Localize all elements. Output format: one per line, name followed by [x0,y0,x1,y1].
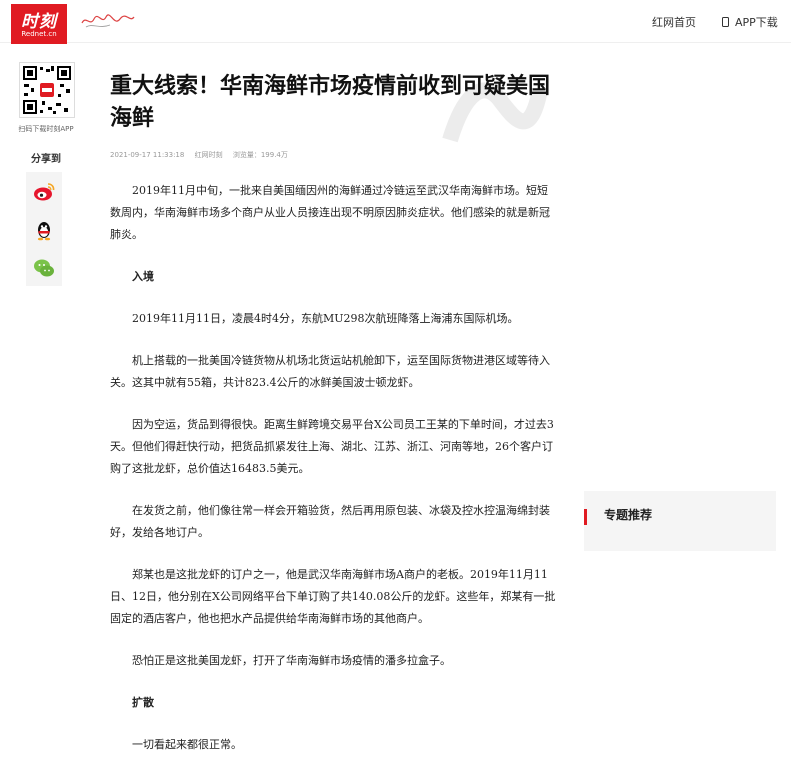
section-heading: 入境 [132,270,154,283]
publish-time: 2021-09-17 11:33:18 [110,151,185,159]
logo-subtext: Rednet.cn [21,30,57,38]
slogan-image [81,14,135,28]
paragraph: 机上搭载的一批美国冷链货物从机场北货运站机舱卸下，运至国际货物进港区域等待入关。… [110,354,550,389]
weibo-icon[interactable] [32,180,56,204]
article-source: 红网时刻 [194,151,223,159]
share-title: 分享到 [31,154,61,165]
wechat-icon[interactable] [32,256,56,280]
section-heading: 扩散 [132,696,154,709]
view-count: 浏览量：199.4万 [232,151,288,159]
phone-icon [722,17,729,27]
qr-code-image [19,62,75,118]
paragraph: 恐怕正是这批美国龙虾，打开了华南海鲜市场疫情的潘多拉盒子。 [132,654,451,667]
nav-home-link[interactable]: 红网首页 [652,14,696,30]
article-meta: 2021-09-17 11:33:18 红网时刻 浏览量：199.4万 [110,150,296,160]
paragraph: 2019年11月11日，凌晨4时4分，东航MU298次航班降落上海浦东国际机场。 [132,312,519,325]
share-panel [26,172,62,286]
paragraph: 因为空运，货品到得很快。距离生鲜跨境交易平台X公司员工王某的下单时间，才过去3天… [110,418,554,475]
top-bar: 时刻 Rednet.cn 红网首页 APP下载 [0,0,791,44]
site-logo[interactable]: 时刻 Rednet.cn [11,4,67,44]
nav-app-label: APP下载 [735,16,778,29]
qq-icon[interactable] [32,218,56,242]
paragraph: 在发货之前，他们像往常一样会开箱验货，然后再用原包装、冰袋及控水控温海绵封装好，… [110,504,550,539]
paragraph: 2019年11月中旬，一批来自美国缅因州的海鲜通过冷链运至武汉华南海鲜市场。短短… [110,184,550,241]
paragraph: 一切看起来都很正常。 [132,738,242,751]
nav-app-download[interactable]: APP下载 [722,14,778,30]
topic-recommend-title[interactable]: 专题推荐 [604,506,652,523]
paragraph: 郑某也是这批龙虾的订户之一，他是武汉华南海鲜市场A商户的老板。2019年11月1… [110,568,556,625]
topic-accent-bar [584,509,587,525]
qr-caption: 扫码下载时刻APP [18,125,74,133]
logo-text: 时刻 [21,12,57,32]
article-body: 2019年11月中旬，一批来自美国缅因州的海鲜通过冷链运至武汉华南海鲜市场。短短… [110,180,558,776]
article-title: 重大线索！华南海鲜市场疫情前收到可疑美国海鲜 [110,73,551,131]
